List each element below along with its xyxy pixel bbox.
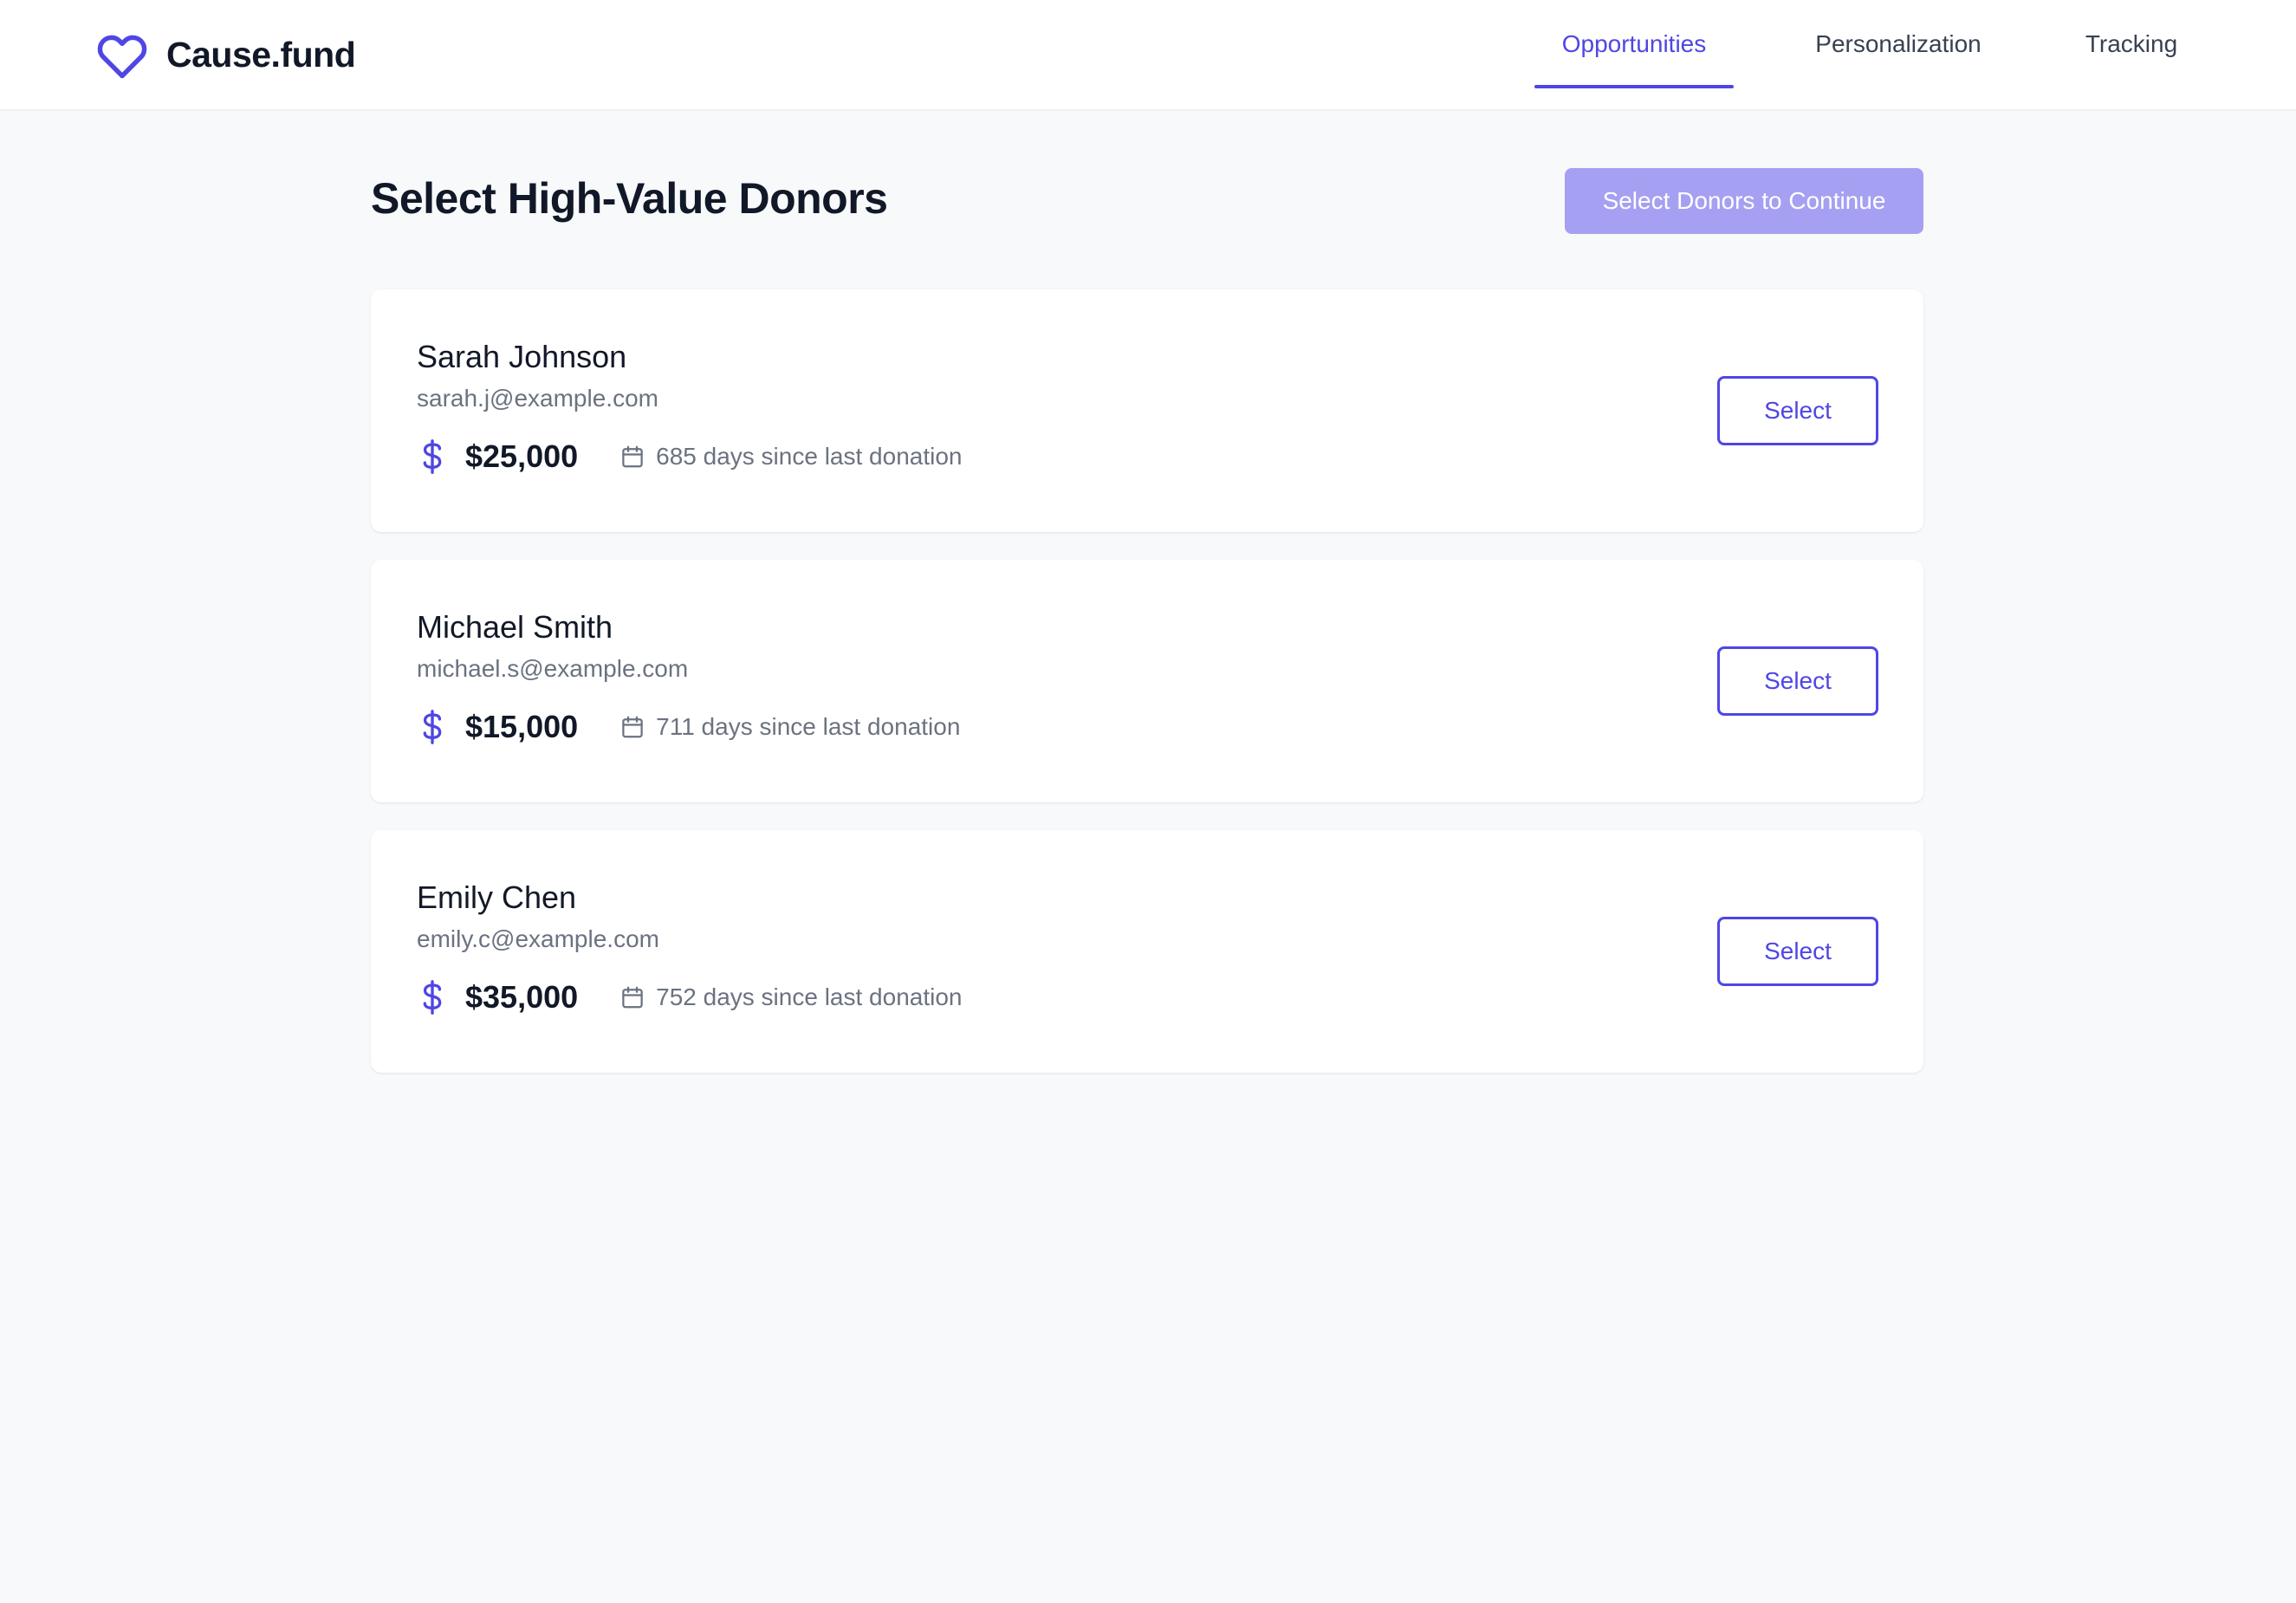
days-since-last-donation: 711 days since last donation [656, 713, 961, 740]
donation-amount: $25,000 [465, 438, 579, 474]
dollar-icon [417, 438, 448, 476]
donor-card: Emily Chen emily.c@example.com $35,000 7… [371, 830, 1923, 1073]
donor-email: sarah.j@example.com [417, 385, 658, 412]
dollar-icon [417, 708, 448, 746]
donor-name: Sarah Johnson [417, 339, 627, 374]
donor-card: Michael Smith michael.s@example.com $15,… [371, 560, 1923, 802]
days-since-last-donation: 685 days since last donation [656, 443, 963, 470]
continue-button[interactable]: Select Donors to Continue [1565, 168, 1923, 234]
donor-stats: $25,000 685 days since last donation [417, 435, 963, 478]
calendar-icon [619, 443, 647, 471]
heart-icon [95, 29, 149, 80]
nav-tab-tracking[interactable]: Tracking [2067, 0, 2195, 88]
donor-stats: $15,000 711 days since last donation [417, 705, 960, 749]
donor-email: emily.c@example.com [417, 925, 659, 952]
donation-amount: $15,000 [465, 709, 579, 744]
days-since-last-donation: 752 days since last donation [656, 983, 963, 1010]
select-donor-button[interactable]: Select [1717, 917, 1878, 986]
page-title: Select High-Value Donors [371, 174, 888, 223]
donor-name: Emily Chen [417, 879, 577, 915]
nav-tab-opportunities[interactable]: Opportunities [1534, 0, 1734, 88]
donor-email: michael.s@example.com [417, 655, 689, 682]
calendar-icon [619, 713, 647, 741]
calendar-icon [619, 983, 647, 1011]
top-navigation-bar: Cause.fund Opportunities Personalization… [0, 0, 2296, 111]
select-donor-button[interactable]: Select [1717, 376, 1878, 445]
brand-logo[interactable]: Cause.fund [95, 28, 356, 81]
dollar-icon [417, 978, 448, 1016]
select-donor-button[interactable]: Select [1717, 646, 1878, 716]
donor-card: Sarah Johnson sarah.j@example.com $25,00… [371, 289, 1923, 532]
donation-amount: $35,000 [465, 979, 579, 1015]
brand-name: Cause.fund [166, 34, 356, 75]
donor-stats: $35,000 752 days since last donation [417, 976, 963, 1019]
nav-tab-personalization[interactable]: Personalization [1794, 0, 2002, 88]
donor-name: Michael Smith [417, 609, 613, 645]
